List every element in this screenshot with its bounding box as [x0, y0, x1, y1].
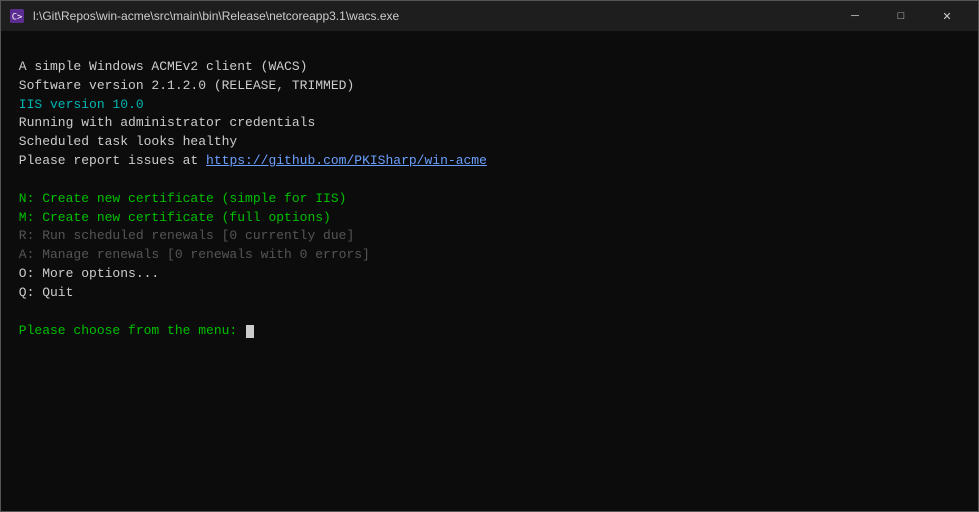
line-blank-3: [11, 303, 968, 322]
line-blank-1: [11, 39, 968, 58]
line-prompt: Please choose from the menu:: [11, 322, 968, 341]
line-A: A: Manage renewals [0 renewals with 0 er…: [11, 246, 968, 265]
line-blank-2: [11, 171, 968, 190]
line-report-issues: Please report issues at https://github.c…: [11, 152, 968, 171]
titlebar-controls: ─ □ ✕: [832, 1, 970, 31]
line-N: N: Create new certificate (simple for II…: [11, 190, 968, 209]
line-iis-version: IIS version 10.0: [11, 96, 968, 115]
window: C> l:\Git\Repos\win-acme\src\main\bin\Re…: [0, 0, 979, 512]
terminal-icon: C>: [9, 8, 25, 24]
line-simple-client: A simple Windows ACMEv2 client (WACS): [11, 58, 968, 77]
titlebar-title: l:\Git\Repos\win-acme\src\main\bin\Relea…: [33, 9, 832, 23]
cursor-blink: [246, 325, 254, 338]
line-Q: Q: Quit: [11, 284, 968, 303]
close-button[interactable]: ✕: [924, 1, 970, 31]
line-R: R: Run scheduled renewals [0 currently d…: [11, 227, 968, 246]
console-area: A simple Windows ACMEv2 client (WACS) So…: [1, 31, 978, 511]
line-M: M: Create new certificate (full options): [11, 209, 968, 228]
line-O: O: More options...: [11, 265, 968, 284]
titlebar: C> l:\Git\Repos\win-acme\src\main\bin\Re…: [1, 1, 978, 31]
github-link[interactable]: https://github.com/PKISharp/win-acme: [206, 153, 487, 168]
line-scheduled-task: Scheduled task looks healthy: [11, 133, 968, 152]
minimize-button[interactable]: ─: [832, 1, 878, 31]
maximize-button[interactable]: □: [878, 1, 924, 31]
svg-text:C>: C>: [12, 13, 23, 23]
line-software-version: Software version 2.1.2.0 (RELEASE, TRIMM…: [11, 77, 968, 96]
line-running-admin: Running with administrator credentials: [11, 114, 968, 133]
